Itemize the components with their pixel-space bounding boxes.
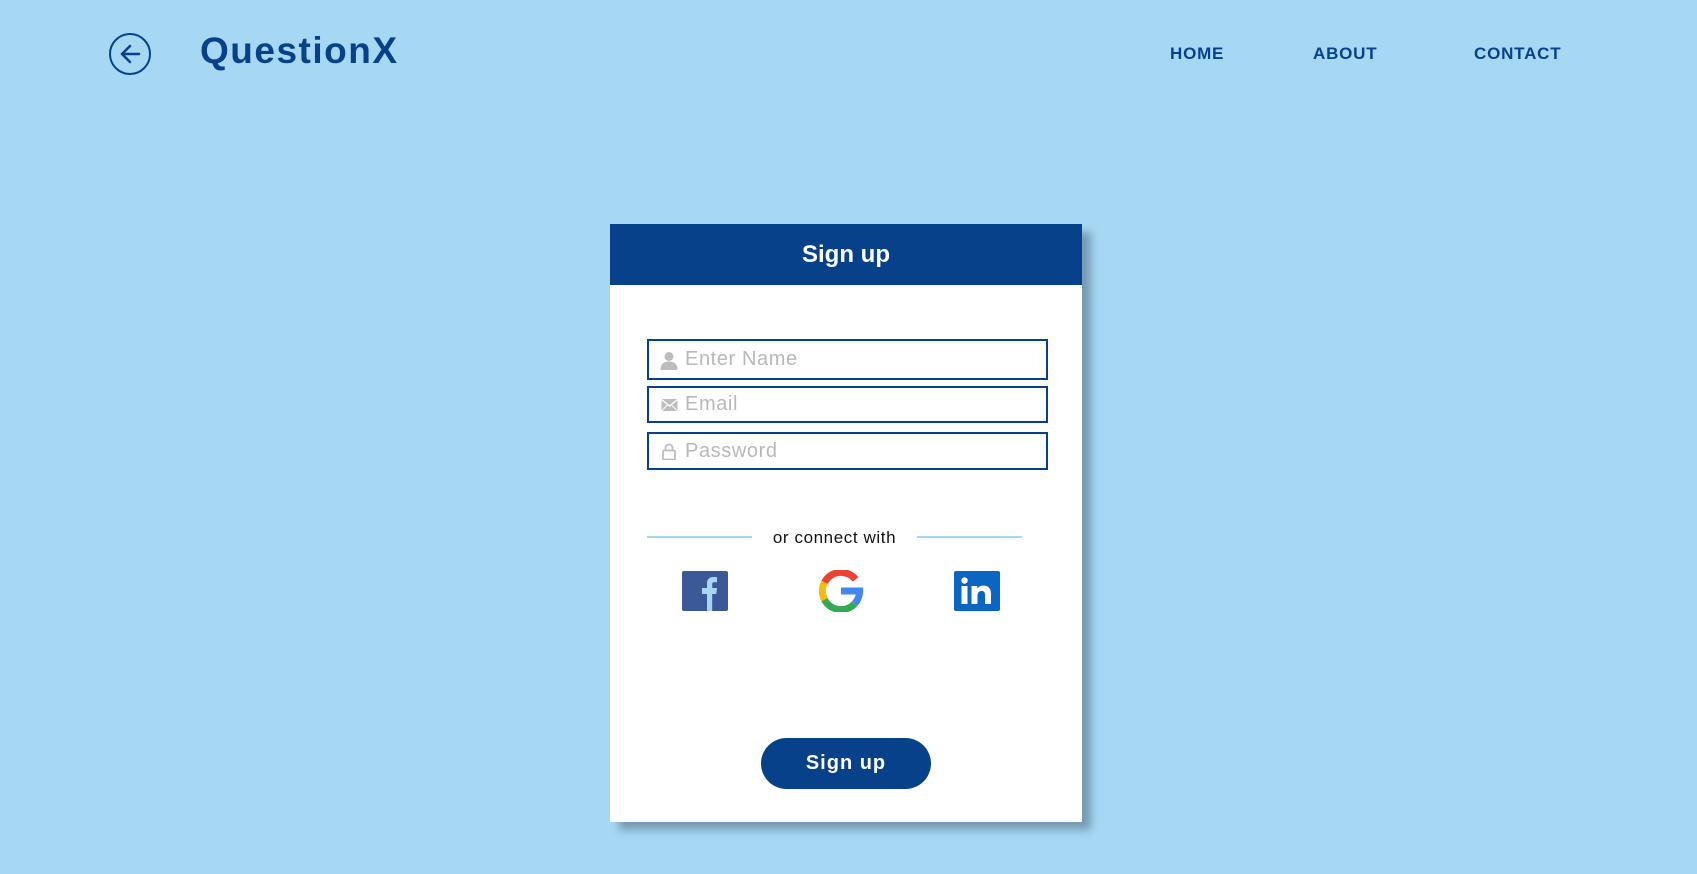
name-field[interactable] bbox=[647, 339, 1048, 380]
google-icon bbox=[818, 568, 864, 614]
signup-title: Sign up bbox=[802, 240, 890, 268]
lock-icon bbox=[658, 440, 680, 462]
linkedin-icon bbox=[954, 571, 1000, 611]
email-input[interactable] bbox=[680, 388, 1025, 421]
mail-icon bbox=[658, 394, 680, 416]
connect-with-label: or connect with bbox=[772, 528, 897, 547]
divider-line-left bbox=[647, 536, 752, 538]
nav-about-link[interactable]: ABOUT bbox=[1313, 44, 1377, 64]
brand-logo-text: QuestionX bbox=[200, 30, 399, 71]
signup-card-header: Sign up bbox=[610, 224, 1082, 285]
facebook-icon bbox=[682, 571, 728, 611]
facebook-login-button[interactable] bbox=[681, 570, 729, 612]
nav-home-link[interactable]: HOME bbox=[1170, 44, 1224, 64]
email-field[interactable] bbox=[647, 386, 1048, 423]
password-field[interactable] bbox=[647, 432, 1048, 470]
nav-contact-link[interactable]: CONTACT bbox=[1474, 44, 1561, 64]
user-icon bbox=[658, 349, 680, 371]
linkedin-login-button[interactable] bbox=[953, 570, 1001, 612]
google-login-button[interactable] bbox=[817, 568, 865, 614]
name-input[interactable] bbox=[680, 341, 1025, 378]
password-input[interactable] bbox=[680, 434, 1025, 468]
signup-submit-button[interactable]: Sign up bbox=[761, 738, 931, 789]
divider-line-right bbox=[917, 536, 1022, 538]
arrow-left-icon bbox=[120, 44, 141, 64]
back-button[interactable] bbox=[109, 33, 151, 75]
signup-card: Sign up or bbox=[610, 224, 1082, 822]
